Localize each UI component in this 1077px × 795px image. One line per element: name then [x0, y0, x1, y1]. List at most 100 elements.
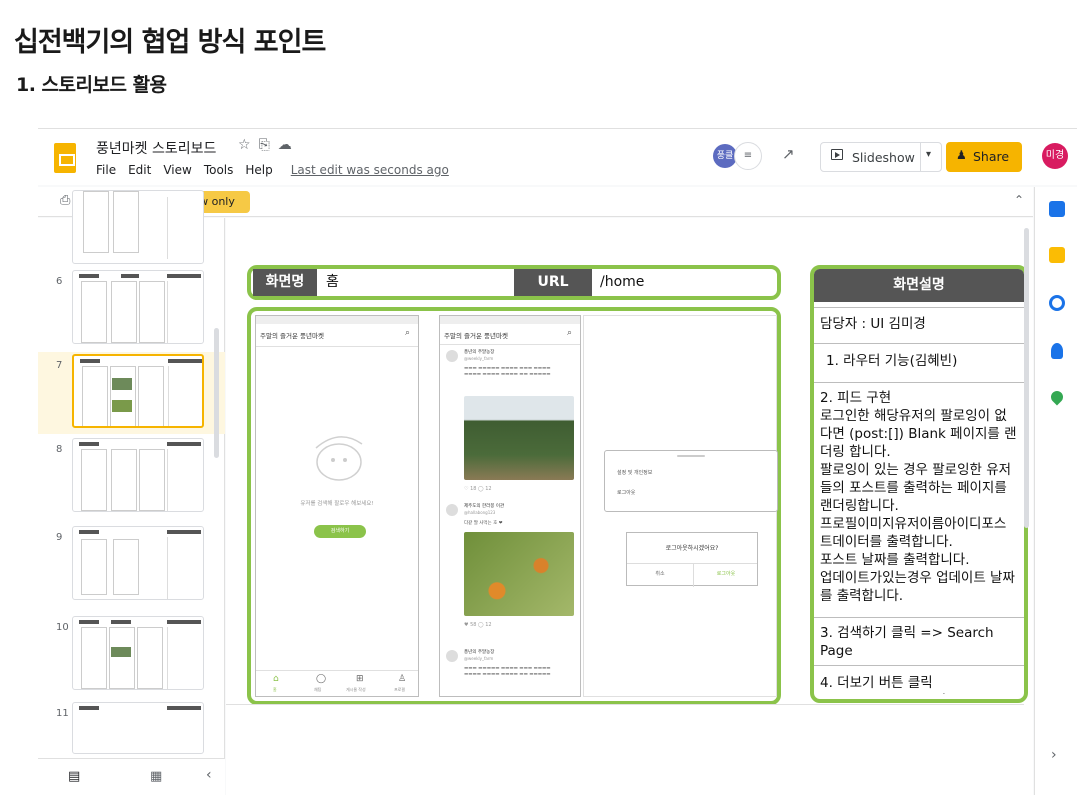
- calendar-icon[interactable]: [1049, 201, 1065, 217]
- filmstrip-item[interactable]: 9: [38, 524, 225, 606]
- filmstrip-item[interactable]: 6: [38, 268, 225, 350]
- phone-screen-logout: 설정 및 개인정보 로그아웃 로그아웃하시겠어요? 취소 로그아웃: [583, 315, 778, 697]
- tab-label-post: 게시물 작성: [346, 687, 366, 692]
- menu-item-logout: 로그아웃: [617, 490, 636, 496]
- dialog-confirm: 로그아웃: [716, 571, 736, 577]
- slide-thumbnail[interactable]: [72, 270, 204, 344]
- post-user-id: @hallabong123: [464, 510, 496, 515]
- last-edit-link[interactable]: Last edit was seconds ago: [291, 163, 449, 177]
- maps-icon[interactable]: [1048, 388, 1066, 406]
- slides-logo-icon[interactable]: [54, 143, 76, 173]
- post-user-id: @weekly_farm: [464, 356, 494, 361]
- filmstrip-view-icon[interactable]: ▤: [68, 769, 80, 784]
- app-header: 풍년마켓 스토리보드 ☆⎘☁ File Edit View Tools Help…: [38, 129, 1077, 185]
- cloud-status-icon[interactable]: ☁: [278, 137, 300, 153]
- divider: [920, 143, 921, 171]
- title-actions: ☆⎘☁: [238, 137, 300, 153]
- keep-icon[interactable]: [1049, 247, 1065, 263]
- post-username: 풍년의 주말농장: [464, 350, 495, 355]
- slide-number: 9: [56, 532, 63, 543]
- page: 십전백기의 협업 방식 포인트 1. 스토리보드 활용 풍년마켓 스토리보드 ☆…: [0, 0, 1077, 795]
- document-title[interactable]: 풍년마켓 스토리보드: [96, 138, 216, 158]
- avatar: [446, 650, 458, 662]
- dialog-cancel: 취소: [655, 571, 665, 577]
- avatar: [446, 350, 458, 362]
- filmstrip-item-selected[interactable]: 7: [38, 352, 225, 434]
- slide-thumbnail[interactable]: [72, 526, 204, 600]
- tasks-icon[interactable]: [1049, 295, 1065, 311]
- desc-item-more: 4. 더보기 버튼 클릭 IsMe? true => 수정: [820, 675, 946, 694]
- menu-view[interactable]: View: [163, 163, 191, 177]
- slide-number: 6: [56, 276, 63, 287]
- avatar: [446, 504, 458, 516]
- post-user-id: @weekly_farm: [464, 656, 494, 661]
- url-label: URL: [514, 269, 592, 296]
- slideshow-button[interactable]: Slideshow ▾: [820, 142, 942, 172]
- activity-dashboard-icon[interactable]: ↗: [782, 145, 795, 163]
- logout-dialog: 로그아웃하시겠어요? 취소 로그아웃: [626, 532, 758, 587]
- user-avatar[interactable]: 미경: [1042, 143, 1068, 169]
- share-button[interactable]: ♟ Share: [946, 142, 1022, 172]
- speaker-notes-divider[interactable]: [226, 704, 1024, 705]
- screen-name-label: 화면명: [253, 269, 317, 296]
- phone-screen-feed: 주말의 즐거운 풍년마켓 ⌕ 풍년의 주말농장 @weekly_farm ▬▬▬…: [439, 315, 581, 697]
- post-username: 제주도의 한라봉 이관: [464, 504, 505, 509]
- grid-view-icon[interactable]: ▦: [150, 769, 162, 784]
- slide-thumbnail[interactable]: [72, 190, 204, 264]
- slideshow-label: Slideshow: [852, 150, 915, 165]
- screens-box: 주말의 즐거운 풍년마켓 ⌕ 유저를 검색해 팔로우 해보세요! 검색하기 ⌂: [247, 307, 781, 705]
- menu-help[interactable]: Help: [245, 163, 272, 177]
- chat-icon: ◯: [316, 674, 327, 684]
- collapse-filmstrip-icon[interactable]: ‹: [206, 767, 212, 783]
- menu-file[interactable]: File: [96, 163, 116, 177]
- slide-canvas: 화면명 홈 URL /home 주말의 즐거운 풍년마켓 ⌕ 유저를 검색해 팔…: [226, 218, 1033, 795]
- tab-bar: ⌂ ◯ ⊞ ♙ 홈 채팅 게시물 작성 프로필: [256, 670, 418, 696]
- slide-thumbnail[interactable]: [72, 616, 204, 690]
- app-bar-title: 주말의 즐거운 풍년마켓: [260, 332, 324, 340]
- collapse-toolbar-icon[interactable]: ⌃: [1014, 193, 1024, 207]
- divider: [814, 617, 1024, 618]
- dialog-question: 로그아웃하시겠어요?: [665, 545, 719, 552]
- page-title: 십전백기의 협업 방식 포인트: [14, 27, 326, 58]
- divider: [814, 665, 1024, 666]
- slide-number: 10: [56, 622, 69, 633]
- menu-item-settings: 설정 및 개인정보: [617, 470, 653, 476]
- canvas-scrollbar[interactable]: [1024, 228, 1029, 528]
- menu-tools[interactable]: Tools: [204, 163, 234, 177]
- menu-edit[interactable]: Edit: [128, 163, 151, 177]
- slide-thumbnail[interactable]: [72, 438, 204, 512]
- screen-name-value: 홈: [326, 274, 339, 290]
- post-image-forest: [464, 396, 574, 480]
- contacts-icon[interactable]: [1051, 343, 1063, 359]
- star-icon[interactable]: ☆: [238, 137, 259, 153]
- bottom-sheet-menu: 설정 및 개인정보 로그아웃: [604, 450, 778, 512]
- section-subtitle: 1. 스토리보드 활용: [16, 74, 167, 96]
- divider: [814, 382, 1024, 383]
- comments-icon[interactable]: ≡: [734, 142, 762, 170]
- url-value: /home: [600, 274, 645, 290]
- slide-thumbnail[interactable]: [72, 354, 204, 428]
- chevron-down-icon[interactable]: ▾: [926, 149, 931, 160]
- search-icon: ⌕: [566, 328, 572, 338]
- desc-item-search: 3. 검색하기 클릭 => Search Page: [820, 625, 994, 659]
- post-actions: ♥ 58 ◯ 12: [464, 622, 492, 628]
- filmstrip-item[interactable]: 10: [38, 614, 225, 696]
- slide-filmstrip: 6 7 8 9 10 11 ▤ ▦ ‹: [38, 190, 225, 795]
- add-post-icon: ⊞: [356, 674, 364, 684]
- move-icon[interactable]: ⎘: [259, 137, 278, 153]
- tab-label-chat: 채팅: [314, 687, 322, 692]
- side-panel-rail: ›: [1034, 187, 1077, 795]
- phone-screen-empty-feed: 주말의 즐거운 풍년마켓 ⌕ 유저를 검색해 팔로우 해보세요! 검색하기 ⌂: [255, 315, 419, 697]
- filmstrip-item[interactable]: 8: [38, 436, 225, 518]
- filmstrip-item[interactable]: 11: [38, 700, 225, 756]
- slide-thumbnail[interactable]: [72, 702, 204, 754]
- slide-number: 11: [56, 708, 69, 719]
- present-icon: [831, 149, 843, 160]
- expand-panel-icon[interactable]: ›: [1051, 747, 1057, 763]
- filmstrip-footer: ▤ ▦ ‹: [38, 758, 225, 795]
- tab-label-profile: 프로필: [394, 687, 406, 692]
- home-icon: ⌂: [273, 674, 279, 684]
- filmstrip-scrollbar[interactable]: [214, 328, 219, 458]
- slides-app-window: 풍년마켓 스토리보드 ☆⎘☁ File Edit View Tools Help…: [38, 128, 1077, 795]
- filmstrip-item[interactable]: [38, 188, 225, 266]
